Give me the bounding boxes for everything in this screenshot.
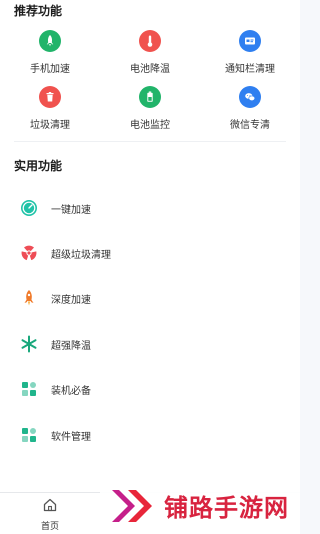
trash-icon [39,86,61,108]
list-item-one-tap-boost[interactable]: 一键加速 [20,196,280,220]
notification-card-icon [239,30,261,52]
list-item-label: 超级垃圾清理 [51,249,111,261]
section-divider [14,141,286,142]
list-item-essential-apps[interactable]: 装机必备 [20,377,280,401]
grid-item-label: 电池降温 [130,64,170,75]
main-panel: 推荐功能 手机加速 电池降温 通知栏清理 垃圾清理 电池监控 微信专清 实用功能… [0,0,300,492]
list-item-label: 软件管理 [51,431,91,443]
nav-home-label: 首页 [40,521,59,531]
radiation-icon [20,244,38,262]
list-item-label: 超强降温 [51,340,91,352]
thermometer-icon [139,30,161,52]
snowflake-icon [20,335,38,353]
grid-item-junk-clean[interactable]: 垃圾清理 [0,86,100,131]
grid-item-label: 手机加速 [30,64,70,75]
wechat-icon [239,86,261,108]
grid-item-label: 电池监控 [130,120,170,131]
list-item-super-junk-clean[interactable]: 超级垃圾清理 [20,241,280,265]
recommended-section-title: 推荐功能 [14,4,63,18]
apps-grid-icon [20,380,38,398]
list-item-software-management[interactable]: 软件管理 [20,423,280,447]
nav-home-tab[interactable]: 首页 [28,497,72,532]
tools-section-title: 实用功能 [14,159,63,173]
list-item-label: 装机必备 [51,385,91,397]
home-icon [43,498,57,512]
grid-item-battery-monitor[interactable]: 电池监控 [100,86,200,131]
list-item-label: 深度加速 [51,294,91,306]
grid-item-wechat-clean[interactable]: 微信专清 [200,86,300,131]
battery-icon [139,86,161,108]
grid-item-battery-cool[interactable]: 电池降温 [100,30,200,75]
rocket-icon [20,289,38,307]
list-item-deep-boost[interactable]: 深度加速 [20,286,280,310]
grid-item-label: 垃圾清理 [30,120,70,131]
rocket-icon [39,30,61,52]
watermark-text: 铺路手游网 [164,495,289,522]
list-item-super-cool[interactable]: 超强降温 [20,332,280,356]
grid-item-phone-boost[interactable]: 手机加速 [0,30,100,75]
double-chevron-logo-icon [112,489,152,522]
grid-item-label: 微信专清 [230,120,270,131]
list-item-label: 一键加速 [51,204,91,216]
grid-item-label: 通知栏清理 [225,64,275,75]
grid-item-notification-clean[interactable]: 通知栏清理 [200,30,300,75]
apps-grid-icon [20,426,38,444]
watermark: 铺路手游网 [100,478,300,533]
speedometer-icon [20,199,38,217]
